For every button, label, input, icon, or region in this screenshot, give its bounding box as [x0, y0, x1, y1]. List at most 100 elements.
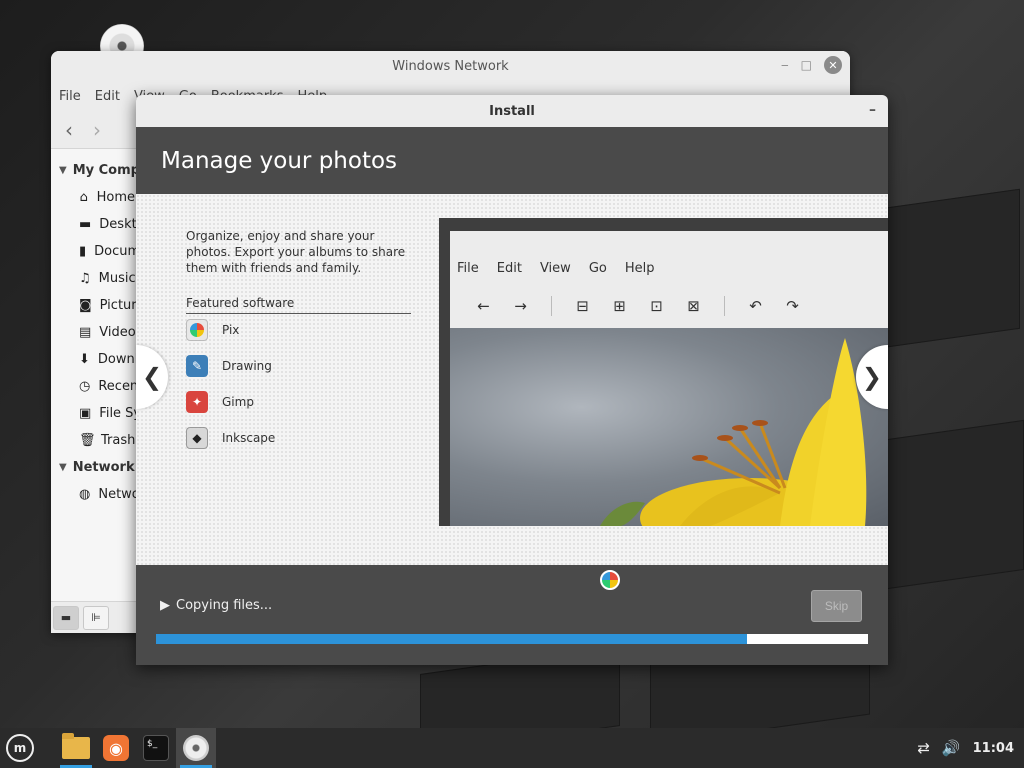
arrow-left-icon: ←: [477, 297, 490, 315]
clock[interactable]: 11:04: [973, 741, 1014, 756]
mint-logo-spinner-icon: [600, 570, 620, 590]
gimp-icon: ✦: [186, 391, 208, 413]
sidebar-item-downloads[interactable]: ⬇ Downloads: [51, 346, 169, 373]
menu-button[interactable]: m: [0, 728, 40, 768]
status-text: Copying files...: [176, 598, 273, 613]
screenshot-toolbar: ← → ⊟ ⊞ ⊡ ⊠ ↶ ↷: [465, 296, 811, 316]
install-progress-bar: [156, 634, 868, 644]
rotate-right-icon: ↷: [786, 297, 799, 315]
folder-icon: ▬: [60, 611, 72, 624]
screenshot-menu-file: File: [457, 261, 479, 276]
install-titlebar[interactable]: Install –: [136, 95, 888, 127]
taskbar-terminal[interactable]: $_: [136, 728, 176, 768]
window-title: Windows Network: [392, 58, 509, 74]
pix-icon: [186, 319, 208, 341]
expander-triangle-icon: ▶: [160, 598, 170, 613]
sidebar-item-videos[interactable]: ▤ Videos: [51, 319, 143, 346]
toolbar-separator: [724, 296, 725, 316]
install-footer: ▶ Copying files... Skip: [136, 565, 888, 665]
software-item-inkscape: ◆ Inkscape: [186, 427, 275, 449]
maximize-icon[interactable]: □: [801, 58, 812, 72]
chevron-right-icon: ❯: [861, 363, 882, 391]
taskbar: m ◉ $_ ⇄ 🔊 11:04: [0, 728, 1024, 768]
firefox-icon: ◉: [103, 735, 129, 761]
taskbar-file-manager[interactable]: [56, 728, 96, 768]
terminal-icon: $_: [143, 735, 169, 761]
sidebar-item-desktop[interactable]: ▬ Desktop: [51, 211, 153, 238]
slide-screenshot: File Edit View Go Help ← → ⊟ ⊞ ⊡ ⊠ ↶ ↷: [439, 218, 888, 526]
desktop-icon: ▬: [79, 217, 92, 232]
sidebar-item-pictures[interactable]: ◙ Pictures: [51, 292, 151, 319]
tree-view-button[interactable]: ⊫: [83, 605, 109, 630]
music-icon: ♫: [79, 271, 91, 286]
sidebar-item-home[interactable]: ⌂ Home: [51, 184, 135, 211]
globe-icon: ◍: [79, 487, 91, 502]
progress-fill: [156, 634, 747, 644]
slide-description: Organize, enjoy and share your photos. E…: [186, 229, 406, 275]
software-item-pix: Pix: [186, 319, 239, 341]
download-icon: ⬇: [79, 352, 90, 367]
clock-icon: ◷: [79, 379, 91, 394]
menu-edit[interactable]: Edit: [95, 89, 120, 104]
folder-icon: [62, 733, 90, 759]
screenshot-menu-view: View: [539, 261, 571, 276]
chevron-left-icon: ❮: [142, 363, 163, 391]
back-icon[interactable]: ‹: [65, 118, 73, 142]
screenshot-menu-help: Help: [624, 261, 655, 276]
expand-triangle-icon: ▼: [59, 462, 67, 473]
rotate-left-icon: ↶: [749, 297, 762, 315]
slide-heading: Manage your photos: [136, 127, 888, 194]
mint-logo-icon: m: [6, 734, 34, 762]
minimize-icon[interactable]: –: [869, 102, 876, 118]
system-tray: ⇄ 🔊 11:04: [917, 728, 1014, 768]
skip-button[interactable]: Skip: [811, 590, 862, 622]
close-icon[interactable]: ✕: [824, 56, 842, 74]
sidebar-item-trash[interactable]: 🗑 Trash: [51, 427, 135, 454]
sidebar-section-my-computer[interactable]: ▼ My Computer: [51, 157, 171, 184]
trash-icon: 🗑: [79, 433, 96, 448]
toolbar-separator: [551, 296, 552, 316]
inkscape-icon: ◆: [186, 427, 208, 449]
disc-icon: [183, 735, 209, 761]
screenshot-menu-edit: Edit: [496, 261, 522, 276]
zoom-in-icon: ⊞: [613, 297, 626, 315]
film-icon: ▤: [79, 325, 92, 340]
expand-triangle-icon: ▼: [59, 165, 67, 176]
forward-icon[interactable]: ›: [93, 118, 101, 142]
menu-file[interactable]: File: [59, 89, 81, 104]
window-title: Install: [489, 103, 535, 119]
zoom-normal-icon: ⊡: [650, 297, 663, 315]
sidebar-section-network[interactable]: ▼ Network: [51, 454, 135, 481]
file-manager-sidebar: ▼ My Computer ⌂ Home ▬ Desktop ▮ Documents ♫…: [51, 149, 174, 633]
sidebar-item-file-system[interactable]: ▣File System: [51, 400, 174, 427]
file-manager-titlebar[interactable]: Windows Network ‒ □ ✕: [51, 51, 850, 81]
zoom-fit-icon: ⊠: [687, 297, 700, 315]
screenshot-app-window: File Edit View Go Help ← → ⊟ ⊞ ⊡ ⊠ ↶ ↷: [450, 231, 888, 526]
sidebar-item-recent[interactable]: ◷ Recent: [51, 373, 143, 400]
software-item-gimp: ✦ Gimp: [186, 391, 254, 413]
sidebar-item-music[interactable]: ♫ Music: [51, 265, 136, 292]
sidebar-item-documents[interactable]: ▮ Documents: [51, 238, 168, 265]
places-view-button[interactable]: ▬: [53, 605, 79, 630]
tree-icon: ⊫: [91, 611, 101, 624]
screenshot-menu-go: Go: [588, 261, 607, 276]
install-window: Install – Manage your photos Organize, e…: [136, 95, 888, 665]
document-icon: ▮: [79, 244, 87, 259]
network-icon[interactable]: ⇄: [917, 739, 930, 757]
zoom-out-icon: ⊟: [576, 297, 589, 315]
screenshot-menubar: File Edit View Go Help: [457, 261, 654, 276]
arrow-right-icon: →: [514, 297, 527, 315]
minimize-icon[interactable]: ‒: [781, 58, 789, 72]
software-item-drawing: ✎ Drawing: [186, 355, 272, 377]
featured-software-label: Featured software: [186, 296, 411, 314]
sidebar-item-network[interactable]: ◍ Network: [51, 481, 153, 508]
taskbar-firefox[interactable]: ◉: [96, 728, 136, 768]
volume-icon[interactable]: 🔊: [942, 739, 961, 757]
taskbar-installer[interactable]: [176, 728, 216, 768]
pencil-icon: ✎: [186, 355, 208, 377]
slide-body: Organize, enjoy and share your photos. E…: [136, 194, 888, 565]
home-icon: ⌂: [79, 190, 88, 205]
status-expander[interactable]: ▶ Copying files...: [160, 598, 272, 613]
camera-icon: ◙: [79, 298, 92, 313]
drive-icon: ▣: [79, 406, 92, 421]
